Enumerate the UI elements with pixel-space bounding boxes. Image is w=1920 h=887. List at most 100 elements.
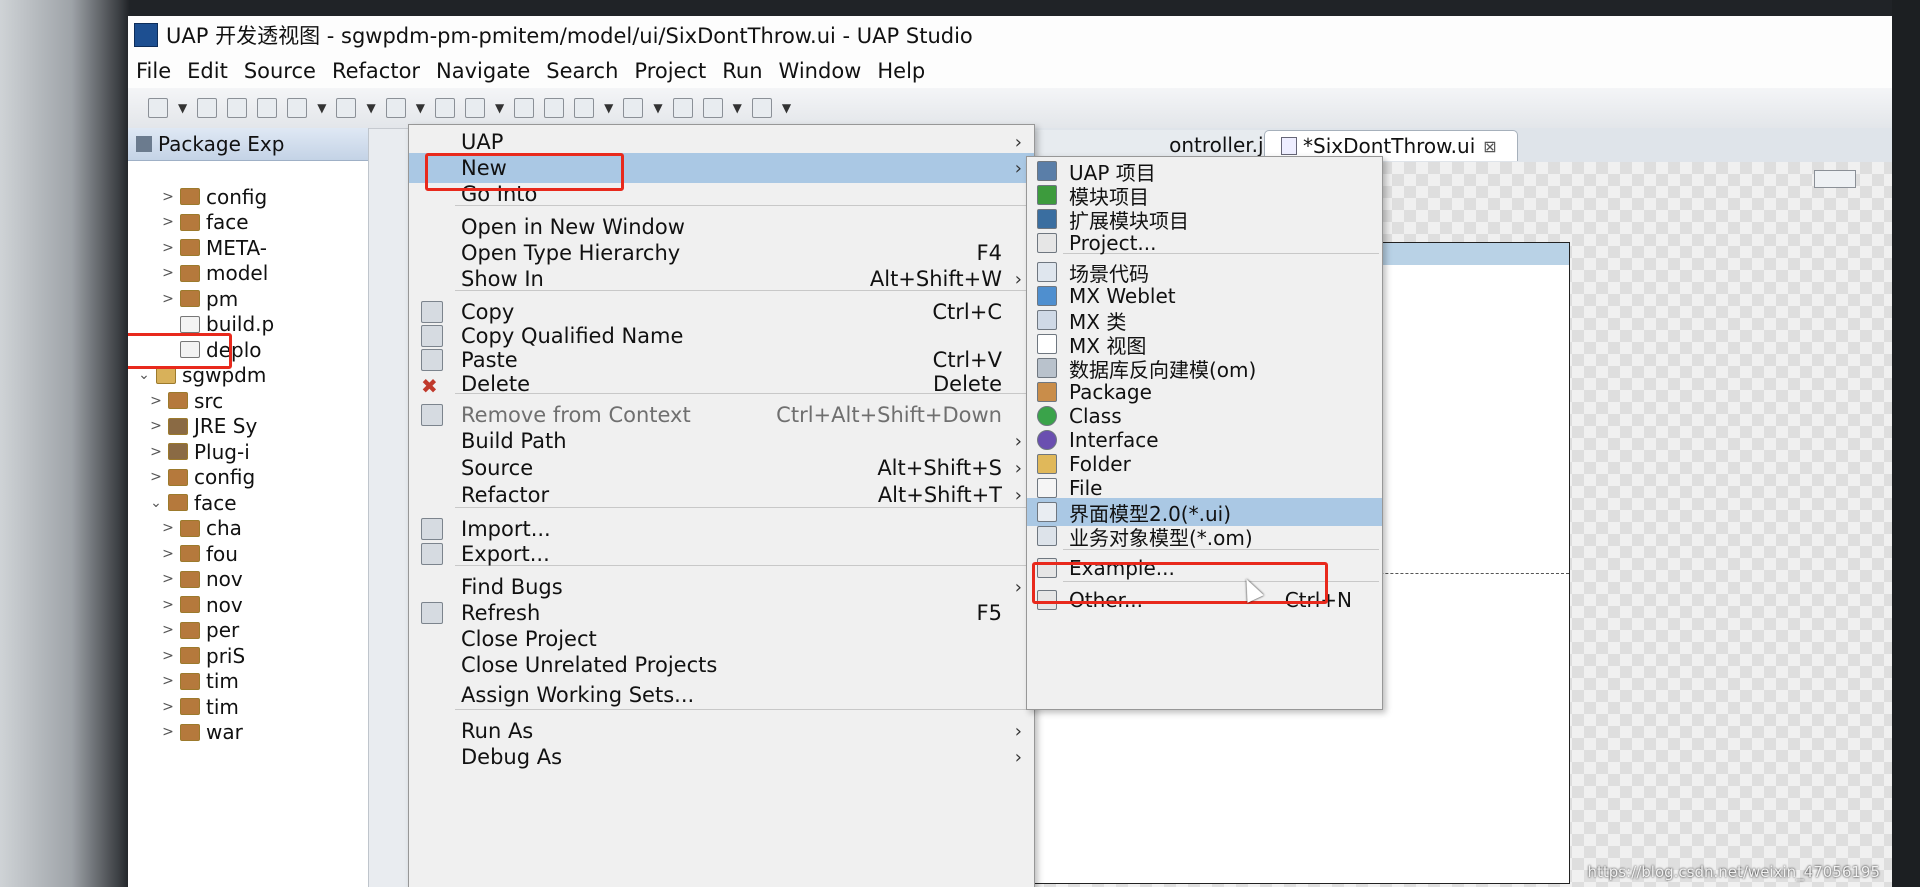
collapsed-arrow-icon[interactable]: > [148, 469, 164, 485]
tree-item-folder[interactable]: > nov [128, 592, 368, 618]
tree-item-folder[interactable]: > config [128, 184, 368, 210]
tree-item-folder[interactable]: > META- [128, 235, 368, 261]
menu-item-close-unrelated-projects[interactable]: Close Unrelated Projects [409, 650, 1034, 680]
tree-item-folder[interactable]: > src [128, 388, 368, 414]
save-icon[interactable] [197, 98, 218, 118]
tree-item-file[interactable]: build.p [128, 312, 368, 338]
annotation-icon[interactable] [623, 98, 644, 118]
submenu-item-label: Class [1069, 404, 1122, 428]
menu-file[interactable]: File [128, 59, 179, 83]
menu-item-assign-working-sets[interactable]: Assign Working Sets... [409, 680, 1034, 710]
collapsed-arrow-icon[interactable]: > [160, 520, 176, 536]
chevron-down-icon[interactable]: ▼ [653, 101, 662, 115]
menu-help[interactable]: Help [869, 59, 933, 83]
collapsed-arrow-icon[interactable]: > [160, 546, 176, 562]
menu-item-shortcut: Delete [933, 372, 1002, 396]
chevron-down-icon[interactable]: ▼ [604, 101, 613, 115]
menu-item-refactor[interactable]: Refactor Alt+Shift+T › [409, 480, 1034, 510]
collapsed-arrow-icon[interactable]: > [160, 265, 176, 281]
tree-item-folder[interactable]: ⌄ face [128, 490, 368, 516]
tree-item-folder[interactable]: > cha [128, 516, 368, 542]
tree-item-folder[interactable]: > nov [128, 567, 368, 593]
external-tools-icon[interactable] [385, 98, 406, 118]
debug-icon[interactable] [287, 98, 308, 118]
tree-item-project[interactable]: ⌄ sgwpdm [128, 363, 368, 389]
collapsed-arrow-icon[interactable]: > [160, 189, 176, 205]
tree-item-folder[interactable]: > war [128, 720, 368, 746]
chevron-down-icon[interactable]: ▼ [416, 101, 425, 115]
menu-source[interactable]: Source [236, 59, 324, 83]
tree-item-folder[interactable]: > per [128, 618, 368, 644]
close-icon[interactable]: ⊠ [1483, 137, 1496, 156]
save-all-icon[interactable] [227, 98, 248, 118]
chevron-down-icon[interactable]: ▼ [495, 101, 504, 115]
tree-item-folder[interactable]: > face [128, 210, 368, 236]
menu-item-debug-as[interactable]: Debug As › [409, 742, 1034, 772]
layout-toolbar-icon[interactable] [1814, 170, 1856, 188]
collapsed-arrow-icon[interactable]: > [160, 673, 176, 689]
collapsed-arrow-icon[interactable]: > [148, 418, 164, 434]
menu-item-show-in[interactable]: Show In Alt+Shift+W › [409, 264, 1034, 294]
chevron-down-icon[interactable]: ▼ [782, 101, 791, 115]
print-icon[interactable] [257, 98, 278, 118]
menu-item-source[interactable]: Source Alt+Shift+S › [409, 453, 1034, 483]
expanded-arrow-icon[interactable]: ⌄ [148, 495, 164, 511]
search-icon[interactable] [574, 98, 595, 118]
menu-edit[interactable]: Edit [179, 59, 236, 83]
chevron-down-icon[interactable]: ▼ [317, 101, 326, 115]
open-task-icon[interactable] [544, 98, 565, 118]
submenu-item[interactable]: Example... [1027, 554, 1382, 582]
collapsed-arrow-icon[interactable]: > [160, 571, 176, 587]
collapsed-arrow-icon[interactable]: > [160, 699, 176, 715]
collapsed-arrow-icon[interactable]: > [160, 291, 176, 307]
menu-search[interactable]: Search [538, 59, 626, 83]
tree-item-folder[interactable]: > priS [128, 643, 368, 669]
tree-item-lib[interactable]: > Plug-i [128, 439, 368, 465]
menu-refactor[interactable]: Refactor [324, 59, 428, 83]
menu-item-delete[interactable]: ✖ Delete Delete [409, 369, 1034, 399]
tree-item-folder[interactable]: > model [128, 261, 368, 287]
collapsed-arrow-icon[interactable]: > [160, 597, 176, 613]
menu-item-export[interactable]: Export... [409, 539, 1034, 569]
new-package-icon[interactable] [434, 98, 455, 118]
tree-item-file[interactable]: deplo [128, 337, 368, 363]
new-class-icon[interactable] [464, 98, 485, 118]
menu-project[interactable]: Project [626, 59, 714, 83]
forward-icon[interactable] [751, 98, 772, 118]
collapsed-arrow-icon[interactable]: > [160, 648, 176, 664]
collapsed-arrow-icon[interactable]: > [160, 622, 176, 638]
submenu-item[interactable]: 业务对象模型(*.om) [1027, 522, 1382, 550]
submenu-item-label: Other... [1069, 588, 1144, 612]
collapsed-arrow-icon[interactable]: > [160, 240, 176, 256]
tree-item-folder[interactable]: > pm [128, 286, 368, 312]
tree-item-folder[interactable]: > fou [128, 541, 368, 567]
run-icon[interactable] [336, 98, 357, 118]
chevron-down-icon[interactable]: ▼ [733, 101, 742, 115]
collapsed-arrow-icon[interactable]: > [148, 444, 164, 460]
tree-item-lib[interactable]: > JRE Sy [128, 414, 368, 440]
menu-item-build-path[interactable]: Build Path › [409, 426, 1034, 456]
menu-window[interactable]: Window [771, 59, 870, 83]
package-tree: > config > face > META- > model > pm build.p deplo ⌄… [128, 184, 368, 745]
menu-navigate[interactable]: Navigate [428, 59, 538, 83]
menu-item-go-into[interactable]: Go Into [409, 179, 1034, 209]
collapsed-arrow-icon[interactable]: > [160, 724, 176, 740]
collapsed-arrow-icon[interactable]: > [148, 393, 164, 409]
submenu-item[interactable]: Project... [1027, 229, 1382, 257]
tree-item-folder[interactable]: > config [128, 465, 368, 491]
chevron-down-icon[interactable]: ▼ [366, 101, 375, 115]
open-type-icon[interactable] [514, 98, 535, 118]
menu-run[interactable]: Run [714, 59, 770, 83]
expanded-arrow-icon[interactable]: ⌄ [136, 367, 152, 383]
package-explorer-tab[interactable]: Package Exp [128, 128, 368, 161]
back-icon[interactable] [702, 98, 723, 118]
submenu-item[interactable]: Other... Ctrl+N [1027, 586, 1382, 614]
tree-item-folder[interactable]: > tim [128, 669, 368, 695]
editor-tab-label: ontroller.js [1169, 133, 1274, 157]
chevron-down-icon[interactable]: ▼ [178, 101, 187, 115]
tree-item-folder[interactable]: > tim [128, 694, 368, 720]
folder-icon [180, 596, 200, 614]
collapsed-arrow-icon[interactable]: > [160, 214, 176, 230]
last-edit-icon[interactable] [672, 98, 693, 118]
new-wizard-icon[interactable] [148, 98, 168, 118]
